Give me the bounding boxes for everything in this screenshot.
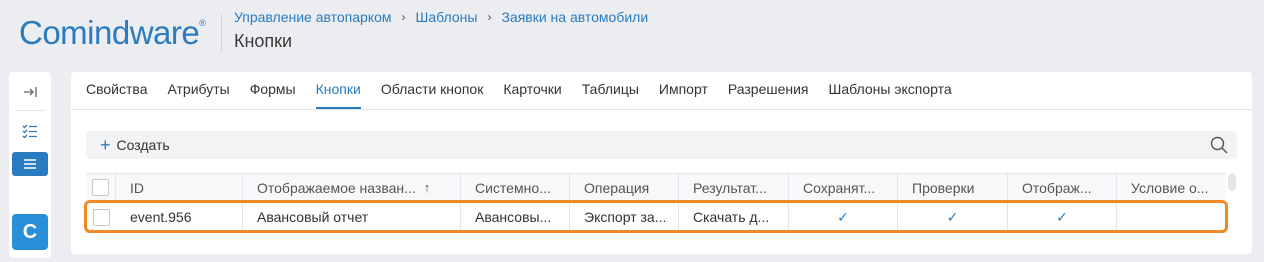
cell-display-name: Авансовый отчет: [243, 202, 461, 232]
plus-icon: +: [100, 135, 111, 155]
header-divider: [221, 14, 222, 52]
app-switch-button[interactable]: C: [12, 214, 48, 250]
cell-text: Авансовый отчет: [257, 209, 369, 225]
check-icon: ✓: [1056, 208, 1068, 225]
breadcrumb-separator: ›: [487, 10, 492, 24]
search-icon[interactable]: [1209, 135, 1229, 155]
cell-save: ✓: [789, 202, 898, 232]
create-button[interactable]: + Создать: [100, 135, 170, 155]
column-header-checks[interactable]: Проверки: [898, 174, 1008, 201]
app-logo[interactable]: Comindware®: [19, 14, 206, 52]
tab-tables[interactable]: Таблицы: [582, 81, 639, 109]
logo-trademark: ®: [199, 18, 206, 28]
page-title: Кнопки: [234, 31, 293, 51]
column-label: Отображаемое назван...: [257, 179, 416, 196]
cell-operation: Экспорт за...: [570, 202, 679, 232]
tab-permissions[interactable]: Разрешения: [728, 81, 809, 109]
main-panel: Свойства Атрибуты Формы Кнопки Области к…: [71, 72, 1252, 254]
column-label: Проверки: [912, 179, 975, 196]
row-select-cell: [86, 202, 116, 232]
tab-bar: Свойства Атрибуты Формы Кнопки Области к…: [71, 72, 1252, 110]
buttons-grid: ID Отображаемое назван... ↑ Системно... О…: [86, 173, 1226, 233]
select-all-checkbox[interactable]: [92, 179, 109, 196]
list-icon[interactable]: [12, 152, 48, 176]
tab-import[interactable]: Импорт: [659, 81, 708, 109]
column-label: Результат...: [693, 179, 767, 196]
column-label: Сохранят...: [803, 179, 876, 196]
breadcrumb-item-fleet[interactable]: Управление автопарком: [234, 9, 392, 25]
left-rail: C: [9, 72, 51, 258]
column-header-condition[interactable]: Условие о...: [1117, 174, 1226, 201]
column-header-display[interactable]: Отображ...: [1008, 174, 1117, 201]
column-label: ID: [130, 179, 144, 196]
check-icon: ✓: [946, 208, 959, 225]
cell-text: Скачать д...: [693, 209, 770, 225]
tab-button-areas[interactable]: Области кнопок: [381, 81, 484, 109]
column-header-operation[interactable]: Операция: [570, 174, 679, 201]
column-label: Условие о...: [1131, 179, 1209, 196]
tab-attributes[interactable]: Атрибуты: [167, 81, 229, 109]
checklist-icon[interactable]: [13, 119, 47, 143]
row-checkbox[interactable]: [92, 208, 110, 226]
header-select-all-cell: [86, 174, 116, 201]
cell-checks: ✓: [898, 202, 1008, 232]
tab-buttons[interactable]: Кнопки: [315, 81, 361, 109]
column-header-display-name[interactable]: Отображаемое назван... ↑: [243, 174, 461, 201]
breadcrumb-separator: ›: [401, 10, 406, 24]
cell-result: Скачать д...: [679, 202, 789, 232]
cell-text: Экспорт за...: [584, 209, 667, 225]
column-header-id[interactable]: ID: [116, 174, 243, 201]
column-header-result[interactable]: Результат...: [679, 174, 789, 201]
cell-condition: [1117, 202, 1226, 232]
check-icon: ✓: [837, 208, 849, 225]
breadcrumb: Управление автопарком › Шаблоны › Заявки…: [234, 9, 648, 25]
sort-ascending-icon: ↑: [423, 180, 431, 195]
cell-system-name: Авансовы...: [461, 202, 570, 232]
column-header-system-name[interactable]: Системно...: [461, 174, 570, 201]
cell-text: event.956: [130, 209, 192, 225]
column-label: Отображ...: [1022, 179, 1092, 196]
column-label: Операция: [584, 179, 650, 196]
grid-toolbar: + Создать: [86, 131, 1237, 159]
vertical-scrollbar[interactable]: [1228, 173, 1236, 191]
create-label: Создать: [116, 137, 170, 153]
column-header-save[interactable]: Сохранят...: [789, 174, 898, 201]
tab-properties[interactable]: Свойства: [86, 81, 147, 109]
logo-text: Comindware: [19, 14, 200, 51]
grid-header: ID Отображаемое назван... ↑ Системно... О…: [86, 173, 1226, 202]
collapse-panel-icon[interactable]: [13, 80, 47, 104]
rail-divider: [15, 110, 45, 111]
tab-export-templates[interactable]: Шаблоны экспорта: [829, 81, 952, 109]
tab-cards[interactable]: Карточки: [503, 81, 561, 109]
tab-forms[interactable]: Формы: [250, 81, 296, 109]
cell-display: ✓: [1008, 202, 1117, 232]
table-row[interactable]: event.956 Авансовый отчет Авансовы... Эк…: [86, 202, 1226, 233]
breadcrumb-item-templates[interactable]: Шаблоны: [416, 9, 478, 25]
cell-id: event.956: [116, 202, 243, 232]
breadcrumb-item-car-requests[interactable]: Заявки на автомобили: [501, 9, 648, 25]
cell-text: Авансовы...: [475, 209, 552, 225]
column-label: Системно...: [475, 179, 551, 196]
